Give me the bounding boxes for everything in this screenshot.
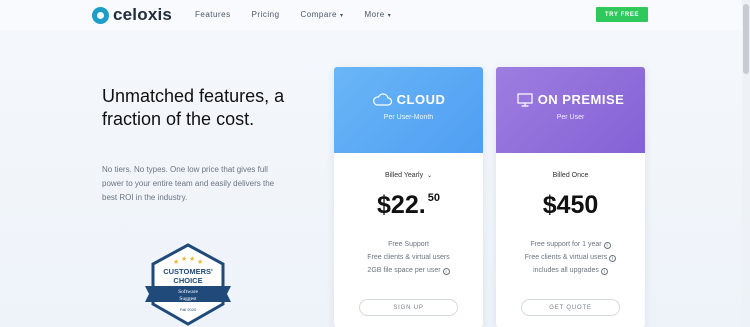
plan-card-header: CLOUD Per User-Month <box>334 67 483 153</box>
cloud-icon <box>372 93 392 106</box>
info-icon[interactable]: i <box>442 268 450 275</box>
badge-year: Fall 2020 <box>180 307 197 312</box>
chevron-down-icon: ▾ <box>387 13 392 19</box>
page-headline: Unmatched features, a fraction of the co… <box>102 86 285 129</box>
page-scrollbar[interactable] <box>742 0 750 327</box>
svg-text:★: ★ <box>173 258 179 266</box>
main-nav: Features Pricing Compare ▾ More ▾ <box>195 10 412 19</box>
plan-card-header: ON PREMISE Per User <box>496 67 645 153</box>
badge-line1: CUSTOMERS' <box>163 267 213 276</box>
badge-ribbon-line2: Suggest <box>179 296 197 302</box>
nav-item-more[interactable]: More ▾ <box>364 10 391 19</box>
plan-card-cloud: CLOUD Per User-Month Billed Yearly ⌄ $22… <box>334 67 483 327</box>
plan-features: Free support for 1 year i Free clients & … <box>496 238 645 277</box>
feature-item: Free support for 1 year i <box>496 238 645 251</box>
feature-item: Free clients & virtual users <box>367 254 450 261</box>
plan-price: $450 <box>542 191 599 219</box>
sign-up-button[interactable]: SIGN UP <box>359 299 458 316</box>
svg-text:★: ★ <box>181 255 187 263</box>
nav-item-compare[interactable]: Compare ▾ <box>301 10 344 19</box>
badge-line2: CHOICE <box>173 276 202 285</box>
monitor-icon <box>517 92 533 107</box>
plan-features: Free Support Free clients & virtual user… <box>334 238 483 277</box>
plan-title: ON PREMISE <box>496 92 645 107</box>
chevron-down-icon: ▾ <box>339 13 344 19</box>
svg-text:★: ★ <box>197 258 203 266</box>
customers-choice-badge: ★ ★ ★ ★ CUSTOMERS' CHOICE Software Sugge… <box>145 243 231 326</box>
billing-label: Billed Once <box>552 172 589 179</box>
get-quote-button[interactable]: GET QUOTE <box>521 299 620 316</box>
try-free-button[interactable]: TRY FREE <box>596 7 648 22</box>
info-icon[interactable]: i <box>603 242 611 249</box>
plan-title: CLOUD <box>334 92 483 107</box>
brand-name: celoxis <box>113 5 173 24</box>
feature-item: 2GB file space per user i <box>334 264 483 277</box>
chevron-down-icon: ⌄ <box>427 173 433 179</box>
plan-price: $22. 50 <box>377 191 440 219</box>
hero-subtext: No tiers. No types. One low price that g… <box>102 165 275 202</box>
info-icon[interactable]: i <box>600 268 608 275</box>
nav-item-features[interactable]: Features <box>195 10 231 19</box>
celoxis-logo[interactable]: celoxis <box>92 5 172 25</box>
feature-item: includes all upgrades i <box>496 264 645 277</box>
badge-ribbon-line1: Software <box>178 288 198 295</box>
celoxis-logo-icon <box>92 6 109 24</box>
billing-select[interactable]: Billed Yearly ⌄ <box>334 172 483 179</box>
top-header: celoxis Features Pricing Compare ▾ More ▾ … <box>0 0 750 30</box>
plan-card-on-premise: ON PREMISE Per User Billed Once $450 Fre… <box>496 67 645 327</box>
feature-item: Free clients & virtual users i <box>496 251 645 264</box>
feature-item: Free Support <box>388 241 429 248</box>
nav-item-pricing[interactable]: Pricing <box>252 10 280 19</box>
info-icon[interactable]: i <box>609 255 617 262</box>
plan-subtitle: Per User-Month <box>383 114 434 121</box>
scrollbar-thumb[interactable] <box>743 4 749 74</box>
plan-subtitle: Per User <box>556 114 585 121</box>
svg-text:★: ★ <box>189 255 195 263</box>
